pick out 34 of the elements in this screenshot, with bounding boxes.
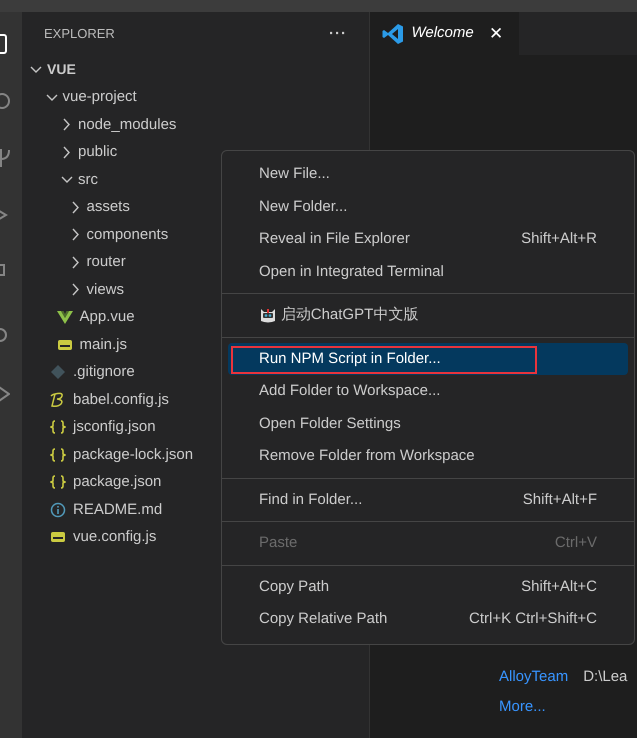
menu-item[interactable]: Reveal in File Explorer Shift+Alt+R <box>228 223 628 256</box>
source-control-icon <box>0 148 10 168</box>
vscode-logo-icon <box>382 22 404 44</box>
chevron-icon <box>0 384 10 404</box>
menu-item[interactable]: New Folder... <box>228 190 628 223</box>
json-file-icon <box>50 446 66 463</box>
menu-item[interactable]: Open in Integrated Terminal <box>228 256 628 288</box>
panel-title: EXPLORER <box>44 25 115 44</box>
diamond-icon <box>50 364 66 380</box>
babel-file-icon <box>50 392 66 408</box>
vue-file-icon <box>56 309 72 326</box>
folder-row[interactable]: node_modules <box>22 111 369 138</box>
menu-item[interactable]: Copy Relative Path Ctrl+K Ctrl+Shift+C <box>228 603 628 636</box>
menu-item[interactable]: 启动ChatGPT中文版 <box>228 299 628 332</box>
robot-icon <box>259 306 277 324</box>
menu-item[interactable]: Find in Folder... Shift+Alt+F <box>228 484 628 516</box>
recent-path: D:\Lea <box>583 667 628 687</box>
menu-item[interactable]: Run NPM Script in Folder... <box>228 342 628 375</box>
json-file-icon <box>50 474 66 490</box>
close-icon[interactable]: ✕ <box>488 20 503 46</box>
search-icon <box>0 92 10 112</box>
more-actions-button[interactable]: ··· <box>329 22 347 46</box>
menu-item[interactable]: Add Folder to Workspace... <box>228 375 628 408</box>
menu-item[interactable]: Remove Folder from Workspace <box>228 440 628 472</box>
editor-tab[interactable]: Welcome ✕ <box>370 12 519 55</box>
folder-row[interactable]: VUE <box>22 56 369 84</box>
more-link[interactable]: More... <box>499 696 628 718</box>
menu-item[interactable]: Open Folder Settings <box>228 408 628 440</box>
json-file-icon <box>50 419 66 436</box>
files-icon <box>0 34 10 54</box>
menu-item[interactable]: Copy Path Shift+Alt+C <box>228 570 628 603</box>
info-icon <box>50 502 66 518</box>
folder-row[interactable]: vue-project <box>22 84 369 111</box>
recent-link[interactable]: AlloyTeam <box>499 666 568 696</box>
